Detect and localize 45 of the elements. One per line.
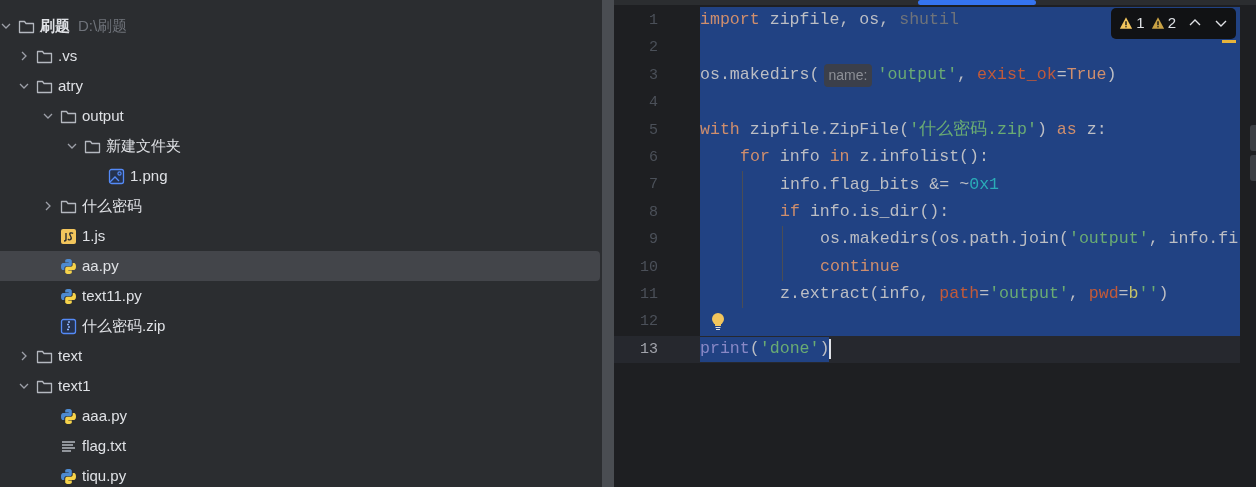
tree-item[interactable]: 刷题 D:\刷题 (0, 11, 600, 41)
side-tab-handle[interactable] (1250, 155, 1256, 181)
tree-item[interactable]: 什么密码 (0, 191, 600, 221)
code-text: 'output', exist_ok=True) (877, 64, 1117, 87)
code-text: os.makedirs(os.path.join('output', info.fi (820, 228, 1239, 251)
image-file-icon (108, 167, 125, 185)
python-file-icon (60, 467, 77, 485)
code-text: import zipfile, os, shutil (700, 9, 959, 32)
path-hint: D:\刷题 (78, 15, 128, 36)
tree-item[interactable]: aaa.py (0, 401, 600, 431)
scrollbar[interactable] (602, 0, 614, 487)
js-file-icon (60, 227, 77, 245)
code-text: z.extract(info, path='output', pwd=b'') (780, 283, 1169, 306)
problem-count: 1 (1136, 13, 1145, 33)
code-text: continue (820, 255, 900, 278)
code-text: info.flag_bits &= ~0x1 (780, 173, 1000, 196)
side-tab-handle[interactable] (1250, 125, 1256, 151)
tree-item[interactable]: text1 (0, 371, 600, 401)
code-text: os.makedirs( (700, 64, 820, 87)
warning-stripe-mark[interactable] (1222, 40, 1236, 43)
problem-count: 2 (1167, 13, 1176, 33)
python-file-icon (60, 407, 77, 425)
tree-item[interactable]: aa.py (0, 251, 600, 281)
python-file-icon (60, 257, 77, 275)
lightbulb-icon[interactable] (710, 312, 726, 332)
python-file-icon (60, 287, 77, 305)
parameter-hint: name: (823, 63, 873, 87)
line-number: 13 (614, 335, 700, 364)
tree-item[interactable]: text11.py (0, 281, 600, 311)
code-text: print('done') (700, 336, 830, 362)
tree-item[interactable]: atry (0, 71, 600, 101)
tree-item[interactable]: 什么密码.zip (0, 311, 600, 341)
inspection-widget[interactable]: 1 2 (1111, 8, 1236, 39)
zip-file-icon (60, 317, 77, 335)
tree-item[interactable]: 1.js (0, 221, 600, 251)
tree-item[interactable]: output (0, 101, 600, 131)
tree-item[interactable]: 新建文件夹 (0, 131, 600, 161)
tree-item[interactable]: text (0, 341, 600, 371)
tree-item[interactable]: tiqu.py (0, 461, 600, 487)
tree-item[interactable]: 1.png (0, 161, 600, 191)
code-text: for info in z.infolist(): (740, 146, 989, 169)
code-text: if info.is_dir(): (780, 201, 950, 223)
tree-item[interactable]: .vs (0, 41, 600, 71)
code-text: with zipfile.ZipFile('什么密码.zip') as z: (700, 118, 1107, 141)
tree-item[interactable]: flag.txt (0, 431, 600, 461)
